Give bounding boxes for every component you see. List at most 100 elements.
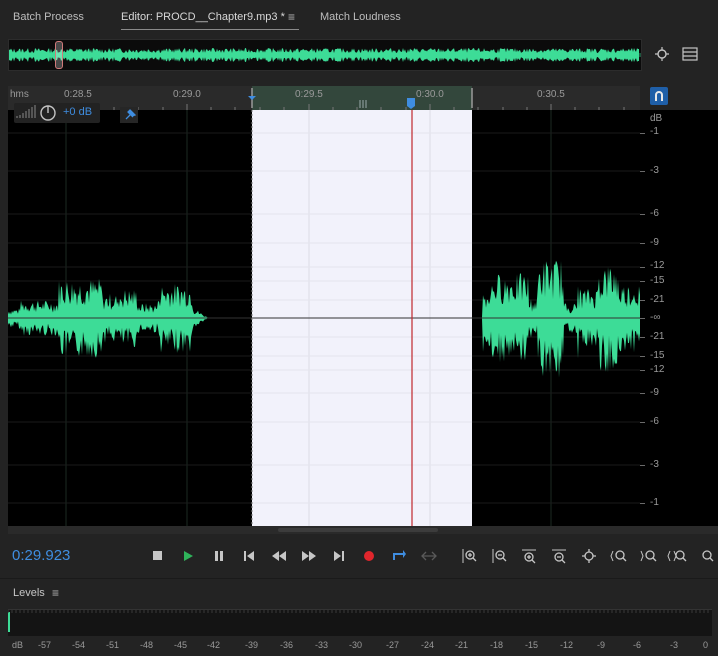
db-tick (640, 318, 645, 319)
active-tab-indicator (121, 29, 299, 30)
zoom-selection-icon[interactable] (667, 546, 687, 566)
db-label: -1 (650, 126, 659, 137)
db-label: -9 (650, 387, 659, 398)
meter-scale-label: -36 (280, 640, 294, 650)
db-label: -9 (650, 237, 659, 248)
db-label: -3 (650, 165, 659, 176)
meter-scale-label: dB (12, 640, 24, 650)
zoom-reset-icon[interactable] (697, 546, 717, 566)
zoom-in-point-icon[interactable] (609, 546, 629, 566)
meter-scale-label: -51 (106, 640, 120, 650)
snap-magnet-icon[interactable] (650, 87, 668, 105)
rewind-button[interactable] (269, 546, 289, 566)
meter-scale-label: 0 (703, 640, 709, 650)
meter-scale-label: -12 (560, 640, 574, 650)
pause-button[interactable] (209, 546, 229, 566)
clip-volume-value[interactable]: +0 dB (63, 106, 92, 118)
meter-scale-label: -39 (245, 640, 259, 650)
panel-tabs: Batch Process Editor: PROCD__Chapter9.mp… (0, 0, 718, 36)
waveform-display[interactable]: +0 dB (8, 103, 640, 526)
db-label: -6 (650, 208, 659, 219)
levels-menu-icon[interactable]: ≡ (52, 586, 59, 600)
meter-scale-label: -54 (72, 640, 86, 650)
tab-batch-process[interactable]: Batch Process (13, 11, 84, 23)
db-label: -12 (650, 364, 665, 375)
stop-button[interactable] (148, 546, 168, 566)
db-scale-header: dB (650, 113, 663, 124)
db-tick (640, 171, 645, 172)
meter-scale-label: -48 (140, 640, 154, 650)
meter-scale-label: -6 (633, 640, 642, 650)
zoom-in-amplitude-icon[interactable] (459, 546, 479, 566)
db-tick (640, 337, 645, 338)
play-button[interactable] (178, 546, 198, 566)
transport-bar: 0:29.923 (0, 538, 718, 574)
db-label: -6 (650, 416, 659, 427)
skip-selection-button[interactable] (419, 546, 439, 566)
tab-editor[interactable]: Editor: PROCD__Chapter9.mp3 * (121, 11, 285, 23)
db-tick (640, 370, 645, 371)
overview-waveform[interactable] (8, 39, 642, 71)
time-ruler[interactable]: hms 0:28.5 0:29.0 0:29.5 0:30.0 0:30.5 (8, 86, 640, 110)
db-tick (640, 267, 645, 268)
level-meter-ticks (8, 610, 709, 613)
current-time-display[interactable]: 0:29.923 (12, 547, 70, 564)
record-button[interactable] (359, 546, 379, 566)
meter-scale-label: -15 (525, 640, 539, 650)
db-tick (640, 133, 645, 134)
db-tick (640, 300, 645, 301)
level-meter-scale: dB -57 -54 -51 -48 -45 -42 -39 -36 -33 -… (0, 638, 718, 656)
zoom-to-selection-icon[interactable] (652, 44, 672, 64)
db-tick (640, 393, 645, 394)
db-label: -15 (650, 275, 665, 286)
skip-to-end-button[interactable] (329, 546, 349, 566)
db-tick (640, 465, 645, 466)
meter-scale-label: -33 (315, 640, 329, 650)
db-tick (640, 214, 645, 215)
meter-scale-label: -27 (386, 640, 400, 650)
meter-scale-label: -30 (349, 640, 363, 650)
zoom-out-time-icon[interactable] (549, 546, 569, 566)
zoom-in-time-icon[interactable] (519, 546, 539, 566)
meter-scale-label: -3 (670, 640, 679, 650)
db-tick (640, 356, 645, 357)
tab-match-loudness[interactable]: Match Loudness (320, 11, 401, 23)
editor-menu-icon[interactable]: ≡ (288, 10, 295, 24)
db-label: -21 (650, 331, 665, 342)
zoom-out-point-icon[interactable] (639, 546, 659, 566)
db-scale: dB -1 -3 -6 -9 -12 -15 -21 -∞ -21 -15 -1… (640, 110, 718, 532)
overview-waveform-graphic (9, 48, 641, 62)
zoom-full-icon[interactable] (579, 546, 599, 566)
db-label: -1 (650, 497, 659, 508)
levels-panel-title[interactable]: Levels (13, 587, 45, 599)
clip-volume-control[interactable]: +0 dB (14, 103, 100, 123)
zoom-out-amplitude-icon[interactable] (489, 546, 509, 566)
db-label: -3 (650, 459, 659, 470)
db-label: -12 (650, 260, 665, 271)
db-label: -∞ (650, 312, 661, 323)
meter-scale-label: -45 (174, 640, 188, 650)
db-tick (640, 422, 645, 423)
waveform-graphic (8, 110, 640, 526)
db-tick (640, 243, 645, 244)
meter-scale-label: -9 (597, 640, 606, 650)
db-label: -21 (650, 294, 665, 305)
loop-playback-button[interactable] (389, 546, 409, 566)
level-meter (8, 609, 712, 636)
levels-panel-header: Levels ≡ (0, 578, 718, 605)
layout-list-icon[interactable] (680, 44, 700, 64)
scrollbar-thumb[interactable] (278, 528, 438, 532)
meter-scale-label: -21 (455, 640, 469, 650)
pin-icon[interactable] (120, 107, 138, 123)
fast-forward-button[interactable] (299, 546, 319, 566)
meter-scale-label: -42 (207, 640, 221, 650)
overview-viewport-handle[interactable] (55, 41, 63, 69)
ruler-ticks-graphic (65, 88, 625, 110)
meter-scale-label: -57 (38, 640, 52, 650)
horizontal-scrollbar[interactable] (8, 526, 718, 534)
meter-scale-label: -18 (490, 640, 504, 650)
db-tick (640, 281, 645, 282)
db-tick (640, 503, 645, 504)
skip-to-start-button[interactable] (239, 546, 259, 566)
db-label: -15 (650, 350, 665, 361)
